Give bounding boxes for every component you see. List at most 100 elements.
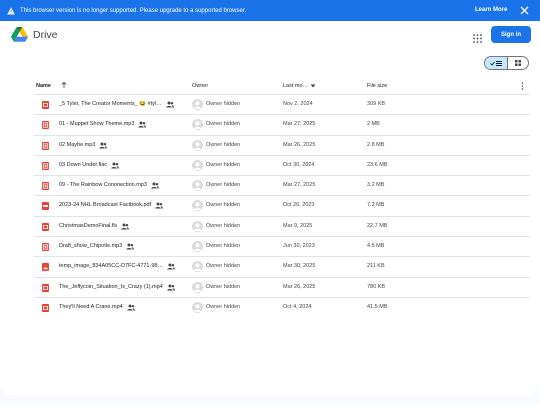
file-size: 309 KB <box>367 101 386 107</box>
list-view-button[interactable] <box>485 57 507 69</box>
file-list: _5 Tyler, The Creator Moments_ 😂 #tyl… Ow… <box>34 94 530 317</box>
file-size: 2 MB <box>367 121 380 128</box>
last-modified-date: Mar 26, 2025 <box>283 141 316 148</box>
table-header: Name Owner Last mo… File size <box>0 80 540 94</box>
shared-users-icon <box>127 304 135 311</box>
table-row[interactable]: The_Jeffycoin_Situation_Is_Crazy (1).mp4… <box>34 276 530 297</box>
file-name: 2023-24 NHL Broadcast Factbook.pdf <box>59 202 152 209</box>
apps-grid-icon[interactable] <box>473 30 482 43</box>
file-name: 02 Maybe.mp3 <box>59 141 96 148</box>
warning-icon <box>7 6 15 15</box>
file-size: 3.2 MB <box>367 182 385 189</box>
last-modified-date: Jun 30, 2023 <box>283 243 315 250</box>
shared-users-icon <box>155 202 163 209</box>
table-row[interactable]: 02 Maybe.mp3 Owner hidden Mar 26, 2025 2.8 … <box>34 134 530 155</box>
grid-view-button[interactable] <box>506 57 529 69</box>
learn-more-link[interactable]: Learn More <box>475 7 507 13</box>
owner-name: Owner hidden <box>206 202 241 209</box>
owner-name: Owner hidden <box>206 263 241 270</box>
column-last-modified[interactable]: Last mo… <box>283 83 316 89</box>
view-toggle <box>484 56 529 70</box>
avatar <box>192 99 203 110</box>
audio-file-icon <box>42 121 49 130</box>
dropdown-arrow-icon <box>310 84 316 88</box>
shared-users-icon <box>167 263 175 270</box>
shared-users-icon <box>138 121 146 128</box>
file-size: 22.7 MB <box>367 222 388 229</box>
avatar <box>192 139 203 151</box>
file-size: 780 KB <box>367 283 386 290</box>
file-name: temp_image_834A05CC-D7FC-4771-98… <box>59 263 163 270</box>
file-name: 03 Down Under.flac <box>59 161 107 168</box>
avatar <box>192 241 203 253</box>
owner-name: Owner hidden <box>206 121 241 128</box>
table-row[interactable]: 2023-24 NHL Broadcast Factbook.pdf Owner … <box>34 195 530 215</box>
file-size: 23.6 MB <box>367 161 388 168</box>
video-file-icon <box>42 222 49 231</box>
sort-arrow-up-icon[interactable] <box>60 81 68 89</box>
more-options-icon[interactable] <box>521 82 524 90</box>
owner-name: Owner hidden <box>206 222 241 229</box>
file-name: They'll Need A Crane.mp4 <box>59 303 123 310</box>
owner-name: Owner hidden <box>206 101 241 107</box>
close-icon[interactable] <box>519 5 530 16</box>
shared-users-icon <box>111 162 119 169</box>
pdf-file-icon <box>42 202 49 211</box>
column-file-size[interactable]: File size <box>367 83 387 89</box>
video-file-icon <box>42 101 49 109</box>
unsupported-browser-banner: This browser version is no longer suppor… <box>0 0 540 21</box>
table-row[interactable]: temp_image_834A05CC-D7FC-4771-98… Owner h… <box>34 256 530 276</box>
app-header: Drive Sign in <box>0 21 540 50</box>
image-file-icon <box>42 263 49 272</box>
audio-file-icon <box>42 141 49 150</box>
table-row[interactable]: _5 Tyler, The Creator Moments_ 😂 #tyl… Ow… <box>34 94 530 114</box>
audio-file-icon <box>42 243 49 252</box>
table-row[interactable]: Draft_show_Chipotle.mp3 Owner hidden Jun 3… <box>34 236 530 256</box>
owner-name: Owner hidden <box>206 141 241 148</box>
table-row[interactable]: 01 - Muppet Show Theme.mp3 Owner hidden Ma… <box>34 114 530 134</box>
last-modified-date: Oct 26, 2023 <box>283 202 315 209</box>
shared-users-icon <box>166 101 174 108</box>
file-name: ChristmasDemoFinal.flv <box>59 222 118 229</box>
file-size: 7.2 MB <box>367 202 385 209</box>
shared-users-icon <box>167 284 175 291</box>
app-name: Drive <box>33 29 58 41</box>
table-row[interactable]: 09 - The Rainbow Cononection.mp3 Owner hi… <box>34 175 530 195</box>
owner-name: Owner hidden <box>206 161 241 168</box>
avatar <box>192 200 203 212</box>
last-modified-date: Mar 9, 2025 <box>283 222 313 229</box>
last-modified-date: Oct 4, 2024 <box>283 303 312 310</box>
shared-users-icon <box>126 243 134 250</box>
last-modified-date: Mar 27, 2025 <box>283 182 316 189</box>
banner-message: This browser version is no longer suppor… <box>20 7 247 14</box>
drive-logo-icon[interactable] <box>11 27 28 42</box>
shared-users-icon <box>151 182 159 189</box>
owner-name: Owner hidden <box>206 283 241 290</box>
last-modified-date: Nov 2, 2024 <box>283 101 313 107</box>
audio-file-icon <box>42 182 49 191</box>
file-size: 41.5 MB <box>367 303 388 310</box>
shared-users-icon <box>99 142 107 149</box>
last-modified-date: Oct 30, 2024 <box>283 161 315 168</box>
last-modified-date: Mar 27, 2025 <box>283 121 316 128</box>
avatar <box>192 180 203 192</box>
column-last-modified-label: Last mo… <box>283 83 309 89</box>
last-modified-date: Mar 30, 2025 <box>283 263 316 270</box>
sign-in-button[interactable]: Sign in <box>491 26 531 43</box>
column-name[interactable]: Name <box>36 83 51 89</box>
file-name: 01 - Muppet Show Theme.mp3 <box>59 121 135 128</box>
table-row[interactable]: 03 Down Under.flac Owner hidden Oct 30, 20… <box>34 154 530 175</box>
avatar <box>192 281 203 293</box>
video-file-icon <box>42 303 49 312</box>
list-view-icon <box>495 60 502 66</box>
column-owner[interactable]: Owner <box>192 83 208 89</box>
owner-name: Owner hidden <box>206 182 241 189</box>
avatar <box>192 220 203 232</box>
avatar <box>192 159 203 171</box>
table-row[interactable]: They'll Need A Crane.mp4 Owner hidden Oct … <box>34 296 530 317</box>
grid-view-icon <box>514 60 521 66</box>
file-size: 4.5 MB <box>367 243 385 250</box>
table-row[interactable]: ChristmasDemoFinal.flv Owner hidden Mar 9,… <box>34 215 530 236</box>
file-size: 211 KB <box>367 263 385 270</box>
shared-users-icon <box>121 223 129 230</box>
